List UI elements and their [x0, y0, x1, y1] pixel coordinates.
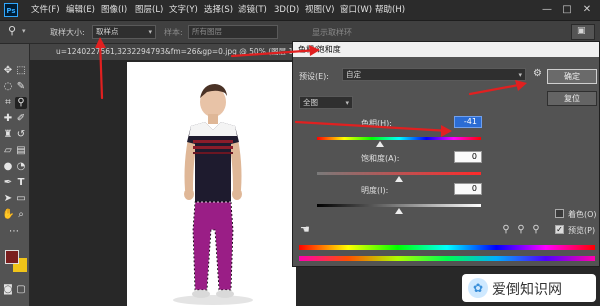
watermark-text: 爱倒知识网 [492, 282, 562, 298]
arrow-head-title [309, 45, 320, 56]
arrow-to-title [230, 48, 320, 58]
arrow-to-sample-size [98, 38, 104, 100]
arrow-to-hue-input [294, 120, 452, 133]
arrow-to-gear [468, 82, 526, 96]
arrow-head-sample [95, 37, 106, 48]
watermark: ✿ 爱倒知识网 [462, 274, 596, 302]
watermark-logo-icon: ✿ [468, 278, 488, 298]
arrow-head-gear [515, 80, 527, 91]
arrow-head-hue [441, 125, 452, 137]
annotation-overlay [95, 37, 527, 137]
